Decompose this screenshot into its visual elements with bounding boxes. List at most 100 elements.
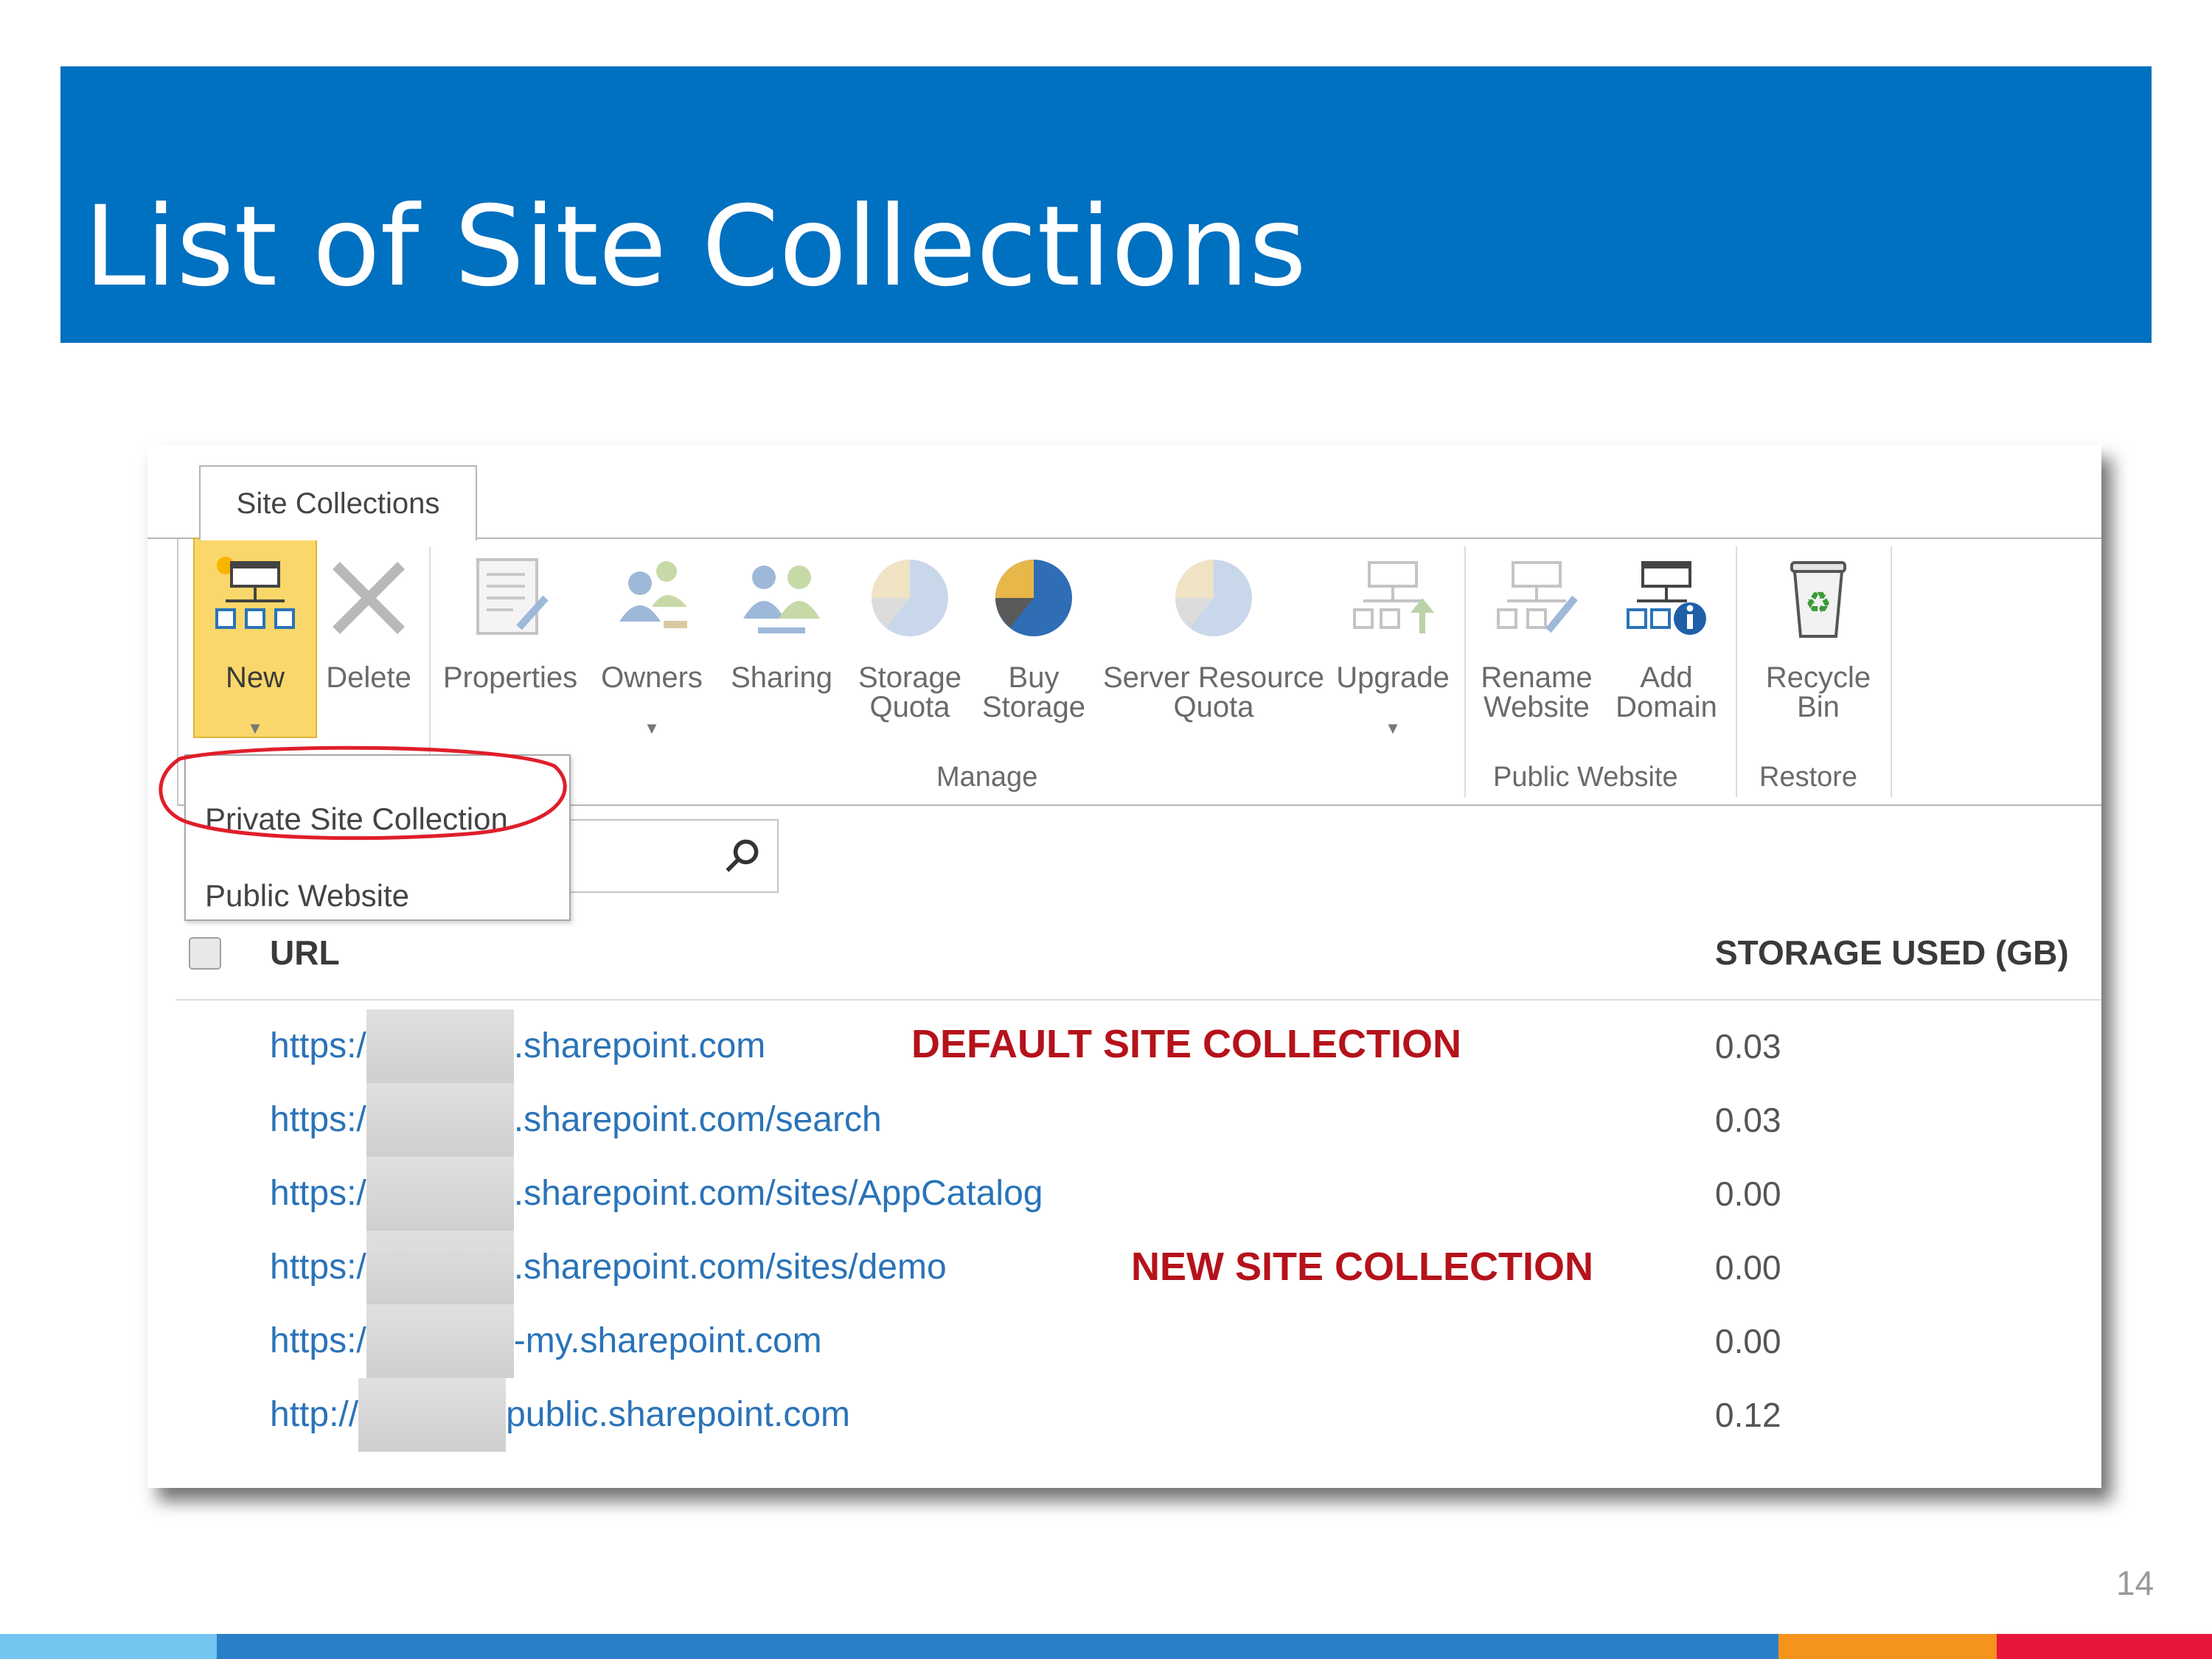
url-suffix: .sharepoint.com/sites/demo <box>513 1248 947 1287</box>
site-url-link[interactable]: https:/ .sharepoint.com/sites/AppCatalog <box>270 1157 1043 1231</box>
rename-website-label: Rename Website <box>1481 661 1593 723</box>
redacted-tenant <box>366 1157 514 1231</box>
group-label-public-website: Public Website <box>1493 762 1678 793</box>
chevron-down-icon: ▼ <box>247 719 263 737</box>
sharing-button[interactable]: Sharing <box>718 539 845 738</box>
storage-quota-pie-icon <box>872 560 948 636</box>
bottom-color-bar <box>0 1634 2212 1659</box>
slide-title: List of Site Collections <box>84 183 1307 311</box>
server-resource-quota-button[interactable]: Server Resource Quota <box>1100 539 1327 738</box>
url-suffix: .sharepoint.com <box>513 1026 766 1065</box>
column-header-url[interactable]: URL <box>270 933 340 973</box>
annotation-new-site-collection: NEW SITE COLLECTION <box>1131 1245 1593 1289</box>
url-suffix: .sharepoint.com/search <box>513 1100 882 1139</box>
title-bar: List of Site Collections <box>60 66 2152 343</box>
storage-value: 0.03 <box>1715 1027 1781 1065</box>
buy-storage-label: Buy Storage <box>981 661 1086 723</box>
annotation-default-site-collection: DEFAULT SITE COLLECTION <box>911 1022 1461 1066</box>
bar-segment-orange <box>1778 1634 1997 1659</box>
sharepoint-screenshot: Site Collections New ▼ Delete Properties… <box>147 445 2101 1488</box>
menu-item-public-website[interactable]: Public Website <box>205 878 409 914</box>
add-domain-label: Add Domain <box>1615 661 1717 723</box>
site-url-link[interactable]: https:/ -my.sharepoint.com <box>270 1304 822 1378</box>
rename-website-button[interactable]: Rename Website <box>1470 539 1603 738</box>
storage-value: 0.12 <box>1715 1396 1781 1434</box>
recycle-bin-icon: ♻ <box>1790 561 1846 638</box>
bar-segment-light-blue <box>0 1634 217 1659</box>
table-row: https:/ .sharepoint.com/search 0.03 <box>147 1083 2101 1157</box>
new-button[interactable]: New ▼ <box>193 538 317 738</box>
sharing-icon <box>743 566 820 633</box>
storage-value: 0.00 <box>1715 1322 1781 1360</box>
ribbon-separator <box>1891 546 1892 797</box>
select-all-checkbox[interactable] <box>189 937 221 970</box>
url-prefix: https:/ <box>270 1321 366 1360</box>
bar-segment-red <box>1997 1634 2212 1659</box>
add-domain-icon <box>1627 561 1706 635</box>
new-dropdown-menu: Private Site Collection Public Website <box>184 754 571 921</box>
url-suffix: public.sharepoint.com <box>506 1395 850 1434</box>
table-row: https:/.sharepoint.com/sites/AppCatalog … <box>147 1157 2101 1231</box>
chevron-down-icon: ▼ <box>1385 719 1401 737</box>
upgrade-button[interactable]: Upgrade ▼ <box>1329 539 1457 738</box>
search-input[interactable] <box>546 819 779 893</box>
ribbon-separator <box>1736 546 1737 797</box>
url-prefix: https:/ <box>270 1026 366 1065</box>
chevron-down-icon: ▼ <box>644 719 660 737</box>
server-resource-quota-label: Server Resource Quota <box>1102 661 1325 723</box>
tab-site-collections[interactable]: Site Collections <box>199 465 477 540</box>
properties-button[interactable]: Properties <box>437 539 584 738</box>
bar-segment-blue <box>217 1634 1778 1659</box>
properties-icon <box>476 558 549 635</box>
owners-button[interactable]: Owners ▼ <box>590 539 714 738</box>
redacted-tenant <box>366 1304 514 1378</box>
header-divider <box>175 999 2101 1001</box>
menu-item-private-site-collection[interactable]: Private Site Collection <box>205 801 508 837</box>
recycle-bin-label: Recycle Bin <box>1765 661 1871 723</box>
site-url-link[interactable]: https:/ .sharepoint.com/search <box>270 1083 882 1157</box>
table-row: https:/ .sharepoint.com/sites/demo 0.00 <box>147 1231 2101 1304</box>
site-url-link[interactable]: https:/ .sharepoint.com/sites/demo <box>270 1231 947 1304</box>
url-prefix: http:// <box>270 1395 359 1434</box>
redacted-tenant <box>366 1231 514 1304</box>
new-site-icon <box>215 557 295 629</box>
ribbon-separator <box>1464 546 1466 797</box>
sharing-label: Sharing <box>731 661 832 694</box>
delete-label: Delete <box>326 661 411 694</box>
url-prefix: https:/ <box>270 1100 366 1139</box>
table-row: https:/ -my.sharepoint.com 0.00 <box>147 1304 2101 1378</box>
recycle-bin-button[interactable]: ♻ Recycle Bin <box>1752 539 1885 738</box>
delete-x-icon <box>333 562 405 634</box>
delete-button[interactable]: Delete <box>316 539 422 738</box>
site-url-link[interactable]: http:// public.sharepoint.com <box>270 1378 850 1452</box>
search-icon[interactable] <box>721 835 762 877</box>
buy-storage-pie-icon <box>995 560 1072 636</box>
storage-quota-button[interactable]: Storage Quota <box>849 539 970 738</box>
url-suffix: -my.sharepoint.com <box>513 1321 822 1360</box>
storage-quota-label: Storage Quota <box>858 661 962 723</box>
redacted-tenant <box>358 1378 507 1452</box>
page-number: 14 <box>2116 1564 2154 1602</box>
column-header-storage[interactable]: STORAGE USED (GB) <box>1715 933 2069 973</box>
redacted-tenant <box>366 1009 514 1083</box>
svg-text:♻: ♻ <box>1805 586 1832 620</box>
url-prefix: https:/ <box>270 1248 366 1287</box>
upgrade-label: Upgrade <box>1336 661 1450 694</box>
url-suffix: .sharepoint.com/sites/AppCatalog <box>513 1174 1043 1213</box>
url-prefix: https:/ <box>270 1174 366 1213</box>
storage-value: 0.03 <box>1715 1101 1781 1139</box>
add-domain-button[interactable]: Add Domain <box>1604 539 1728 738</box>
owners-icon <box>619 561 687 628</box>
site-url-link[interactable]: https:/ .sharepoint.com <box>270 1009 765 1083</box>
properties-label: Properties <box>442 661 578 694</box>
group-label-restore: Restore <box>1759 762 1858 793</box>
redacted-tenant <box>366 1083 514 1157</box>
storage-value: 0.00 <box>1715 1248 1781 1287</box>
owners-label: Owners <box>601 661 703 694</box>
table-row: http:// public.sharepoint.com 0.12 <box>147 1378 2101 1452</box>
group-label-manage: Manage <box>936 762 1038 793</box>
rename-website-icon <box>1497 561 1578 633</box>
new-label: New <box>225 661 285 694</box>
buy-storage-button[interactable]: Buy Storage <box>973 539 1094 738</box>
upgrade-icon <box>1353 561 1434 633</box>
